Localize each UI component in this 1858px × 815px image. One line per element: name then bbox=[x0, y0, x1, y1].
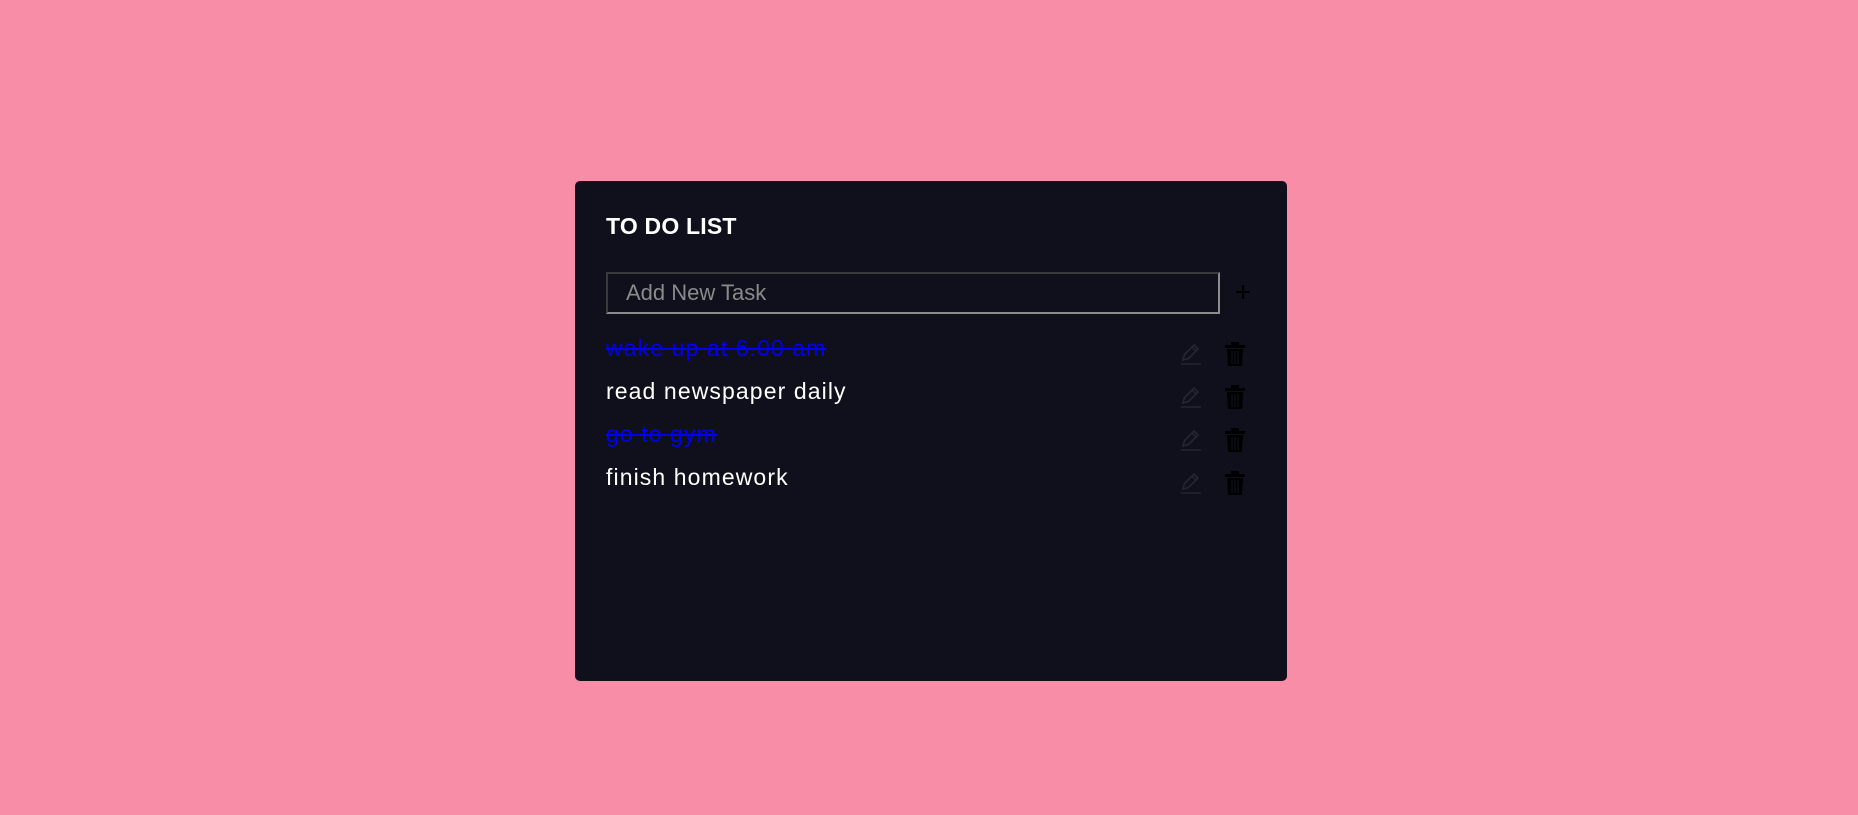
plus-icon bbox=[1236, 285, 1250, 299]
todo-card: TO DO LIST wake up at 6.00 am bbox=[575, 181, 1287, 681]
delete-task-button[interactable] bbox=[1223, 425, 1251, 455]
delete-task-button[interactable] bbox=[1223, 382, 1251, 412]
delete-task-button[interactable] bbox=[1223, 468, 1251, 498]
pencil-icon bbox=[1181, 343, 1201, 365]
task-label[interactable]: read newspaper daily bbox=[606, 376, 847, 406]
new-task-input[interactable] bbox=[606, 272, 1220, 314]
task-list: wake up at 6.00 am read newspaper daily … bbox=[606, 333, 1266, 505]
task-item: read newspaper daily bbox=[606, 376, 1266, 419]
edit-task-button[interactable] bbox=[1179, 339, 1207, 369]
task-label[interactable]: wake up at 6.00 am bbox=[606, 333, 827, 363]
app-title: TO DO LIST bbox=[606, 213, 737, 239]
task-item: wake up at 6.00 am bbox=[606, 333, 1266, 376]
edit-task-button[interactable] bbox=[1179, 425, 1207, 455]
pencil-icon bbox=[1181, 386, 1201, 408]
task-item: go to gym bbox=[606, 419, 1266, 462]
task-item: finish homework bbox=[606, 462, 1266, 505]
task-label[interactable]: finish homework bbox=[606, 462, 789, 492]
task-label[interactable]: go to gym bbox=[606, 419, 717, 449]
trash-icon bbox=[1225, 428, 1245, 452]
edit-task-button[interactable] bbox=[1179, 468, 1207, 498]
add-task-button[interactable] bbox=[1226, 274, 1260, 310]
pencil-icon bbox=[1181, 472, 1201, 494]
pencil-icon bbox=[1181, 429, 1201, 451]
add-task-row bbox=[606, 272, 1266, 316]
trash-icon bbox=[1225, 342, 1245, 366]
delete-task-button[interactable] bbox=[1223, 339, 1251, 369]
edit-task-button[interactable] bbox=[1179, 382, 1207, 412]
trash-icon bbox=[1225, 471, 1245, 495]
trash-icon bbox=[1225, 385, 1245, 409]
